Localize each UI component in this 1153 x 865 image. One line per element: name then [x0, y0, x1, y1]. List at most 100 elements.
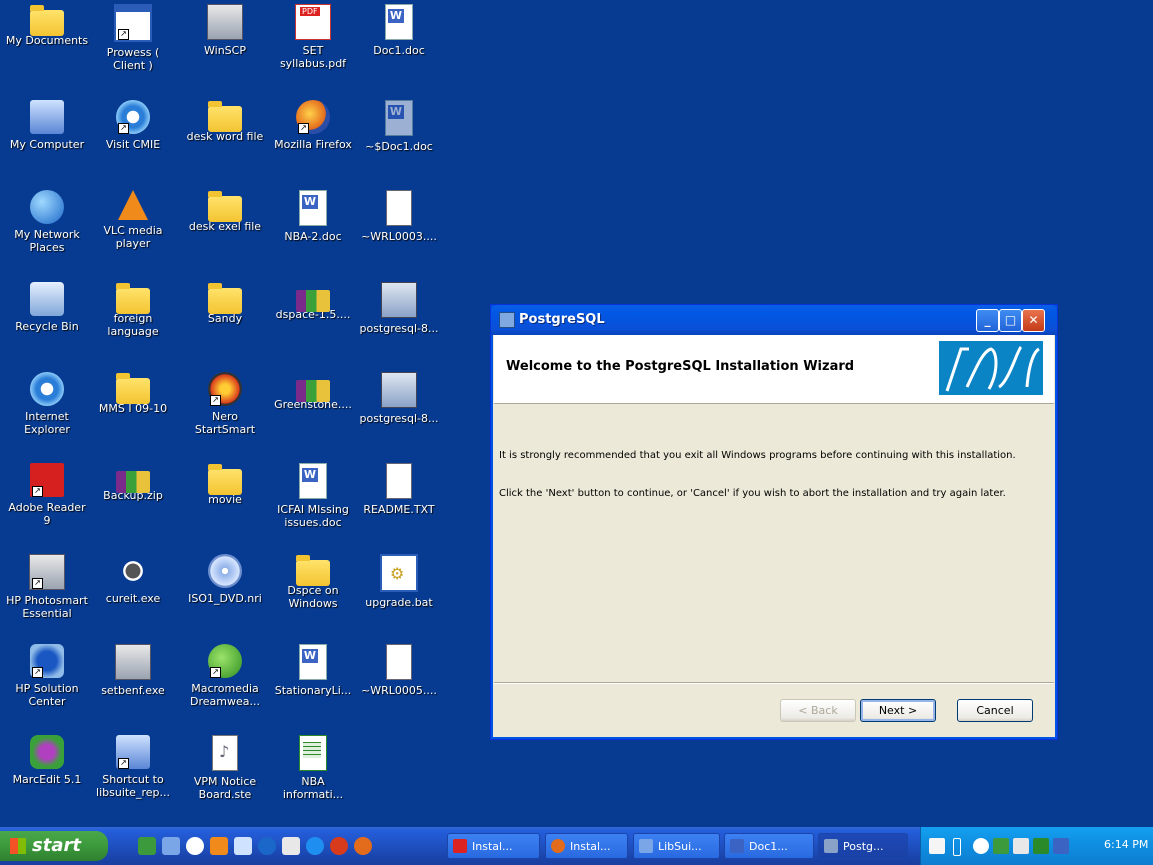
- folder-icon: [208, 464, 242, 495]
- start-label: start: [32, 835, 81, 856]
- desktop-icon-recycle-bin[interactable]: Recycle Bin: [4, 282, 90, 333]
- desktop-icon-hp-photosmart[interactable]: ↗ HP Photosmart Essential: [4, 554, 90, 620]
- minimize-button[interactable]: _: [976, 309, 999, 332]
- nero-icon[interactable]: [330, 837, 348, 855]
- desktop-icon-iso1-dvd[interactable]: ISO1_DVD.nri: [182, 554, 268, 605]
- desktop-icon-libsuite-shortcut[interactable]: ↗ Shortcut to libsuite_rep...: [90, 735, 176, 799]
- window-title: PostgreSQL: [519, 312, 605, 327]
- quicklaunch-icon[interactable]: [234, 837, 252, 855]
- desktop-icon-mms[interactable]: MMS I 09-10: [90, 372, 176, 415]
- desktop-icon-label: SET syllabus.pdf: [279, 44, 347, 70]
- desktop-icon-visit-cmie[interactable]: ↗ Visit CMIE: [90, 100, 176, 151]
- next-button[interactable]: Next >: [860, 699, 936, 722]
- desktop-icon-desk-word-file[interactable]: desk word file: [182, 100, 268, 143]
- start-button[interactable]: start: [0, 831, 108, 861]
- desktop-icon-greenstone[interactable]: Greenstone....: [270, 372, 356, 411]
- word-doc-icon: [299, 644, 327, 680]
- media-player-icon[interactable]: [258, 837, 276, 855]
- back-button[interactable]: < Back: [780, 699, 856, 722]
- desktop-icon-label: ~WRL0005....: [361, 684, 437, 697]
- desktop-icon-doc1[interactable]: Doc1.doc: [356, 4, 442, 57]
- desktop-icon-desk-exel-file[interactable]: desk exel file: [182, 190, 268, 233]
- cancel-button[interactable]: Cancel: [957, 699, 1033, 722]
- desktop-icon-dspce-on-windows[interactable]: Dspce on Windows: [270, 554, 356, 610]
- desktop-icon-label: Doc1.doc: [373, 44, 425, 57]
- taskbar-task[interactable]: Doc1...: [724, 833, 814, 859]
- desktop-icon-vlc[interactable]: VLC media player: [90, 190, 176, 250]
- chevron-left-icon[interactable]: [973, 838, 989, 854]
- desktop-icon-my-computer[interactable]: My Computer: [4, 100, 90, 151]
- taskbar-task[interactable]: Instal...: [447, 833, 540, 859]
- desktop-icon-label: upgrade.bat: [365, 596, 433, 609]
- desktop-icon-wrl0003[interactable]: ~WRL0003....: [356, 190, 442, 243]
- firefox-icon[interactable]: [354, 837, 372, 855]
- skype-icon[interactable]: [306, 837, 324, 855]
- desktop-icon-label: StationaryLi...: [274, 684, 352, 697]
- vlc-icon[interactable]: [210, 837, 228, 855]
- desktop-icon-stationaryli[interactable]: StationaryLi...: [270, 644, 356, 697]
- desktop-icon-dspace[interactable]: dspace-1.5....: [270, 282, 356, 321]
- desktop-icon-hp-solution-center[interactable]: ↗ HP Solution Center: [4, 644, 90, 708]
- desktop-icon-set-syllabus[interactable]: SET syllabus.pdf: [270, 4, 356, 70]
- desktop-icon-postgresql-1[interactable]: postgresql-8...: [356, 282, 442, 335]
- desktop-icon-dreamweaver[interactable]: ↗ Macromedia Dreamwea...: [182, 644, 268, 708]
- taskbar-task[interactable]: Instal...: [545, 833, 628, 859]
- window-titlebar[interactable]: PostgreSQL _ □ ✕: [491, 305, 1057, 335]
- tray-app-icon[interactable]: [1033, 838, 1049, 854]
- taskbar-task[interactable]: LibSui...: [633, 833, 720, 859]
- maximize-button[interactable]: □: [999, 309, 1022, 332]
- help-icon[interactable]: [929, 838, 945, 854]
- clock[interactable]: 6:14 PM: [1104, 838, 1148, 851]
- shortcut-arrow-icon: ↗: [210, 395, 221, 406]
- desktop-icon-upgrade-bat[interactable]: upgrade.bat: [356, 554, 442, 609]
- tray-app-icon[interactable]: [993, 838, 1009, 854]
- quicklaunch-icon[interactable]: [162, 837, 180, 855]
- quicklaunch-icon[interactable]: [282, 837, 300, 855]
- desktop-icon-wrl0005[interactable]: ~WRL0005....: [356, 644, 442, 697]
- task-label: LibSui...: [658, 840, 702, 853]
- pdf-icon: [295, 4, 331, 40]
- desktop-icon-my-documents[interactable]: My Documents: [4, 4, 90, 47]
- desktop-icon-winscp[interactable]: WinSCP: [182, 4, 268, 57]
- desktop-icon-label: ISO1_DVD.nri: [188, 592, 262, 605]
- desktop-icon-label: Macromedia Dreamwea...: [190, 682, 260, 708]
- desktop-icon-my-network-places[interactable]: My Network Places: [4, 190, 90, 254]
- desktop-icon-cureit[interactable]: cureit.exe: [90, 554, 176, 605]
- desktop-icon-vpm-notice-board[interactable]: VPM Notice Board.ste: [182, 735, 268, 801]
- desktop-icon-nero[interactable]: ↗ Nero StartSmart: [182, 372, 268, 436]
- desktop-icon-postgresql-2[interactable]: postgresql-8...: [356, 372, 442, 425]
- folder-icon: [208, 283, 242, 314]
- desktop-icon-label: Dspce on Windows: [287, 584, 339, 610]
- desktop-icon-label: Mozilla Firefox: [274, 138, 352, 151]
- desktop-icon-icfai-missing[interactable]: ICFAI MIssing issues.doc: [270, 463, 356, 529]
- nero-icon: ↗: [208, 372, 242, 406]
- taskbar-task-active[interactable]: Postg...: [818, 833, 908, 859]
- word-doc-icon: [385, 100, 413, 136]
- desktop-icon-nba-2[interactable]: NBA-2.doc: [270, 190, 356, 243]
- desktop-icon-movie[interactable]: movie: [182, 463, 268, 506]
- close-button[interactable]: ✕: [1022, 309, 1045, 332]
- tray-app-icon[interactable]: [1053, 838, 1069, 854]
- wizard-heading: Welcome to the PostgreSQL Installation W…: [506, 359, 855, 374]
- tray-app-icon[interactable]: [1013, 838, 1029, 854]
- desktop-icon-firefox[interactable]: ↗ Mozilla Firefox: [270, 100, 356, 151]
- shortcut-arrow-icon: ↗: [118, 29, 129, 40]
- quicklaunch-icon[interactable]: [186, 837, 204, 855]
- desktop-icon-nba-informati[interactable]: NBA informati...: [270, 735, 356, 801]
- desktop-icon-readme[interactable]: README.TXT: [356, 463, 442, 516]
- network-icon[interactable]: [953, 838, 961, 856]
- desktop-icon-adobe-reader[interactable]: ↗ Adobe Reader 9: [4, 463, 90, 527]
- desktop-icon-foreign-language[interactable]: foreign language: [90, 282, 176, 338]
- desktop-icon-internet-explorer[interactable]: Internet Explorer: [4, 372, 90, 436]
- desktop-icon-backup-zip[interactable]: Backup.zip: [90, 463, 176, 502]
- desktop-icon-prowess[interactable]: ↗ Prowess ( Client ): [90, 4, 176, 72]
- firefox-icon: [551, 839, 565, 853]
- desktop-icon-tilde-doc1[interactable]: ~$Doc1.doc: [356, 100, 442, 153]
- desktop-icon-setbenf[interactable]: setbenf.exe: [90, 644, 176, 697]
- task-label: Postg...: [843, 840, 884, 853]
- desktop-icon-marcedit[interactable]: MarcEdit 5.1: [4, 735, 90, 786]
- quicklaunch-icon[interactable]: [138, 837, 156, 855]
- desktop-icon-label: ICFAI MIssing issues.doc: [277, 503, 349, 529]
- excel-icon: [299, 735, 327, 771]
- desktop-icon-sandy[interactable]: Sandy: [182, 282, 268, 325]
